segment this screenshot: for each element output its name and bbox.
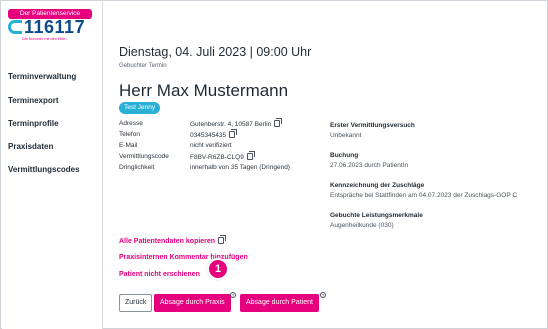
back-button[interactable]: Zurück xyxy=(119,294,153,312)
copy-all-patient-data-link[interactable]: Alle Patientendaten kopieren xyxy=(119,235,227,245)
cancel-by-patient-button[interactable]: Absage durch Patient xyxy=(240,294,319,312)
email-value: nicht verifiziert xyxy=(190,142,232,149)
appointment-title: Dienstag, 04. Juli 2023 | 09:00 Uhr xyxy=(119,45,312,59)
copy-icon[interactable] xyxy=(246,151,255,160)
address-value: Gutenberstr. 4, 10587 Berlin xyxy=(190,121,272,128)
urgency-value: innerhalb von 35 Tagen (Dringend) xyxy=(190,164,290,171)
logo-digits: 116117 xyxy=(24,17,86,37)
patient-name: Herr Max Mustermann xyxy=(119,81,289,100)
info-label: E-Mail xyxy=(119,142,138,149)
info-label: Telefon xyxy=(119,131,140,138)
main-content: Dienstag, 04. Juli 2023 | 09:00 Uhr Gebu… xyxy=(119,1,547,329)
info-value: 0345345435 xyxy=(190,129,238,139)
appointment-subtitle: Gebuchter Termin xyxy=(119,63,167,69)
sidebar-item-terminexport[interactable]: Terminexport xyxy=(8,96,59,105)
info-value: F8BV-R6ZB-CLQ9 xyxy=(190,151,255,161)
info-label: Adresse xyxy=(119,120,143,127)
patient-no-show-link[interactable]: Patient nicht erschienen xyxy=(119,271,200,278)
help-icon[interactable]: ? xyxy=(230,292,236,298)
logo-number: 116117 xyxy=(8,18,92,37)
copy-icon[interactable] xyxy=(274,118,283,127)
app-window: Der Patientenservice 116117 Die Nummer m… xyxy=(0,0,548,329)
help-icon[interactable]: ? xyxy=(320,292,326,298)
sidebar-item-praxisdaten[interactable]: Praxisdaten xyxy=(8,142,53,151)
sidebar-item-terminprofile[interactable]: Terminprofile xyxy=(8,119,59,128)
info-value: Gutenberstr. 4, 10587 Berlin xyxy=(190,118,283,128)
patient-tag-badge: Test Jenny xyxy=(119,102,161,114)
sidebar: Der Patientenservice 116117 Die Nummer m… xyxy=(2,2,103,329)
first-attempt-heading: Erster Vermittlungsversuch xyxy=(330,122,415,129)
copy-icon xyxy=(218,235,227,244)
info-label: Dringlichkeit xyxy=(119,164,155,171)
add-internal-comment-link[interactable]: Praxisinternen Kommentar hinzufügen xyxy=(119,254,248,261)
phone-value: 0345345435 xyxy=(190,132,227,139)
services-value: Augenheilkunde (030) xyxy=(330,222,394,229)
sidebar-item-terminverwaltung[interactable]: Terminverwaltung xyxy=(8,72,76,81)
step-marker-badge: 1 xyxy=(207,258,229,280)
code-value: F8BV-R6ZB-CLQ9 xyxy=(190,154,244,161)
copy-icon[interactable] xyxy=(229,129,238,138)
copy-all-label: Alle Patientendaten kopieren xyxy=(119,238,216,245)
logo-tagline: Die Nummer mit den Elfen xyxy=(22,37,67,41)
logo-bracket-icon xyxy=(8,20,22,34)
booking-value: 27.06.2023 durch PatientIn xyxy=(330,162,409,169)
services-heading: Gebuchte Leistungsmerkmale xyxy=(330,212,423,219)
first-attempt-value: Unbekannt xyxy=(330,132,362,139)
sidebar-item-vermittlungscodes[interactable]: Vermittlungscodes xyxy=(8,165,80,174)
info-label: Vermittlungscode xyxy=(119,153,169,160)
cancel-by-practice-button[interactable]: Absage durch Praxis xyxy=(154,294,231,312)
logo: Der Patientenservice 116117 Die Nummer m… xyxy=(8,9,92,45)
surcharge-heading: Kennzeichnung der Zuschläge xyxy=(330,182,425,189)
surcharge-value: Entspräche bei Stattfinden am 04.07.2023… xyxy=(330,192,518,199)
booking-heading: Buchung xyxy=(330,152,359,159)
